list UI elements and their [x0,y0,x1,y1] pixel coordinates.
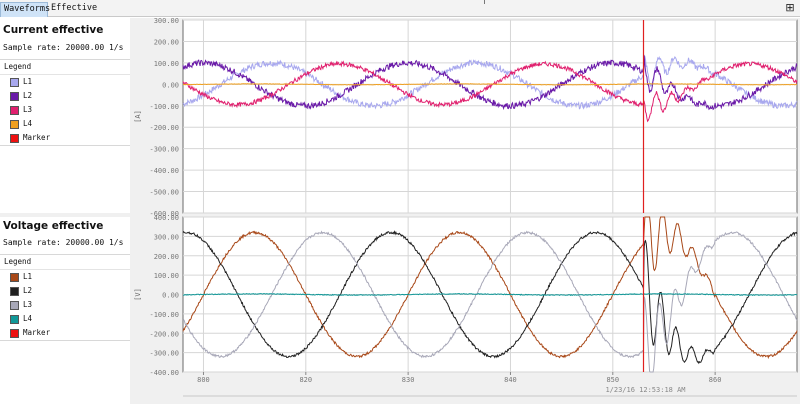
voltage-legend: Legend L1 L2 L3 L4 Marker [0,254,130,341]
y-tick-label: -400.00 [149,167,179,175]
legend-swatch [10,287,19,296]
legend-item-l3[interactable]: L3 [0,298,130,312]
legend-header: Legend [0,60,130,75]
legend-swatch [10,92,19,101]
y-tick-label: -100.00 [149,103,179,111]
y-axis-label: [V] [134,288,142,301]
tab-waveforms[interactable]: Waveforms [0,2,50,17]
current-panel-title: Current effective [3,24,104,36]
legend-swatch [10,315,19,324]
current-sample-rate: Sample rate: 20000.00 1/s [3,43,124,52]
legend-label: L1 [23,77,33,86]
y-tick-label: 300.00 [154,233,179,241]
voltage-panel-title: Voltage effective [3,220,104,232]
plot-area [182,19,798,214]
legend-item-marker[interactable]: Marker [0,131,130,145]
legend-header: Legend [0,255,130,270]
legend-item-l1[interactable]: L1 [0,270,130,284]
legend-swatch [10,134,19,143]
legend-item-marker[interactable]: Marker [0,326,130,340]
x-tick-label: 800 [197,376,210,384]
y-tick-label: -300.00 [149,146,179,154]
y-tick-label: -200.00 [149,124,179,132]
y-tick-label: -200.00 [149,330,179,338]
legend-label: L4 [23,119,33,128]
y-tick-label: -400.00 [149,369,179,377]
legend-swatch [10,78,19,87]
legend-label: L2 [23,91,33,100]
y-tick-label: 100.00 [154,272,179,280]
y-tick-label: 200.00 [154,253,179,261]
x-tick-label: 820 [299,376,312,384]
legend-label: L4 [23,314,33,323]
legend-label: L2 [23,286,33,295]
y-tick-label: -300.00 [149,350,179,358]
legend-label: L3 [23,300,33,309]
y-tick-label: 300.00 [154,18,179,25]
legend-swatch [10,273,19,282]
legend-item-l4[interactable]: L4 [0,312,130,326]
legend-item-l1[interactable]: L1 [0,75,130,89]
y-tick-label: 0.00 [162,292,179,300]
x-axis-label: 1/23/16 12:53:18 AM [605,386,685,394]
waveform-charts[interactable]: 300.00 200.00 100.00 0.00 -100.00 -200.00 -300… [130,18,800,404]
x-tick-label: 830 [402,376,415,384]
y-tick-label: -100.00 [149,311,179,319]
y-tick-label: 400.00 [154,214,179,222]
current-panel: Current effective Sample rate: 20000.00 … [0,18,130,214]
current-legend: Legend L1 L2 L3 L4 Marker [0,59,130,146]
legend-item-l2[interactable]: L2 [0,89,130,103]
x-tick-label: 840 [504,376,517,384]
legend-item-l4[interactable]: L4 [0,117,130,131]
tab-bar: Waveforms Effective ⊞ [0,0,800,17]
x-tick-label: 850 [606,376,619,384]
y-axis-label: [A] [134,110,142,123]
legend-swatch [10,301,19,310]
tab-effective[interactable]: Effective [48,2,97,17]
y-tick-label: 200.00 [154,38,179,46]
legend-item-l3[interactable]: L3 [0,103,130,117]
y-tick-label: 100.00 [154,60,179,68]
voltage-panel: Voltage effective Sample rate: 20000.00 … [0,217,130,404]
legend-label: L3 [23,105,33,114]
plus-box-icon[interactable]: ⊞ [784,2,796,14]
voltage-sample-rate: Sample rate: 20000.00 1/s [3,238,124,247]
legend-swatch [10,329,19,338]
x-tick-label: 860 [709,376,722,384]
legend-label: Marker [23,133,51,142]
y-tick-label: 0.00 [162,81,179,89]
legend-swatch [10,120,19,129]
legend-label: L1 [23,272,33,281]
y-tick-label: -500.00 [149,189,179,197]
legend-label: Marker [23,328,51,337]
legend-item-l2[interactable]: L2 [0,284,130,298]
legend-swatch [10,106,19,115]
divider [484,0,485,4]
